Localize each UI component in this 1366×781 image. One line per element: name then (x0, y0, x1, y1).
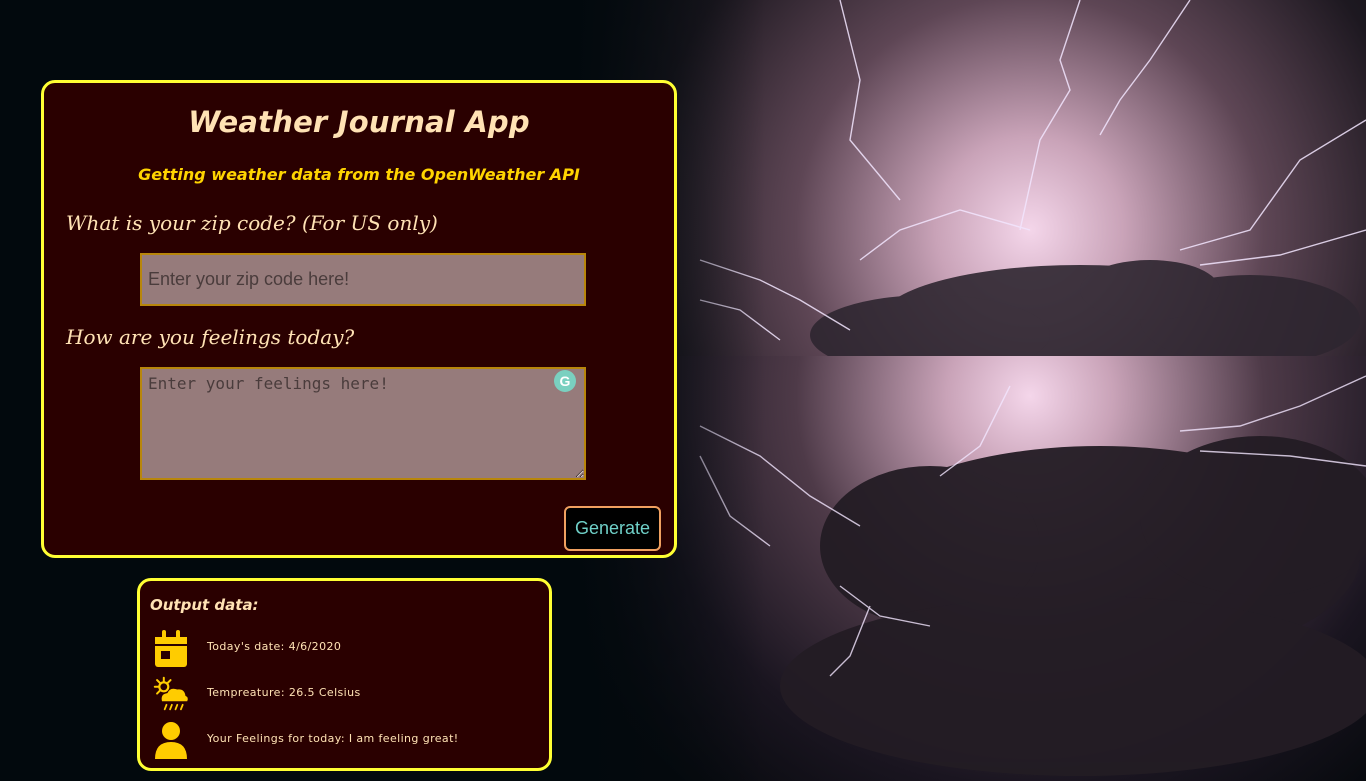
generate-button[interactable]: Generate (564, 506, 661, 551)
output-card: Output data: Today's date: 4/6/2020 Temp… (137, 578, 552, 771)
output-title: Output data: (150, 596, 259, 614)
zip-input[interactable] (140, 253, 586, 306)
output-date-row: Today's date: 4/6/2020 (153, 628, 543, 668)
feelings-label: How are you feelings today? (66, 325, 355, 349)
output-temp-text: Tempreature: 26.5 Celsius (207, 686, 361, 699)
output-feelings-text: Your Feelings for today: I am feeling gr… (207, 732, 459, 745)
calendar-icon (155, 630, 187, 667)
app-title: Weather Journal App (188, 105, 530, 139)
output-date-text: Today's date: 4/6/2020 (207, 640, 342, 653)
zip-label: What is your zip code? (For US only) (66, 211, 438, 235)
weather-sun-rain-icon (153, 676, 188, 711)
output-feelings-row: Your Feelings for today: I am feeling gr… (153, 720, 543, 760)
grammarly-icon[interactable]: G (554, 370, 576, 392)
app-subtitle: Getting weather data from the OpenWeathe… (138, 165, 580, 184)
feelings-textarea[interactable] (140, 367, 586, 480)
journal-form-card: Weather Journal App Getting weather data… (41, 80, 677, 558)
user-icon (155, 722, 187, 759)
output-temp-row: Tempreature: 26.5 Celsius (153, 674, 543, 714)
